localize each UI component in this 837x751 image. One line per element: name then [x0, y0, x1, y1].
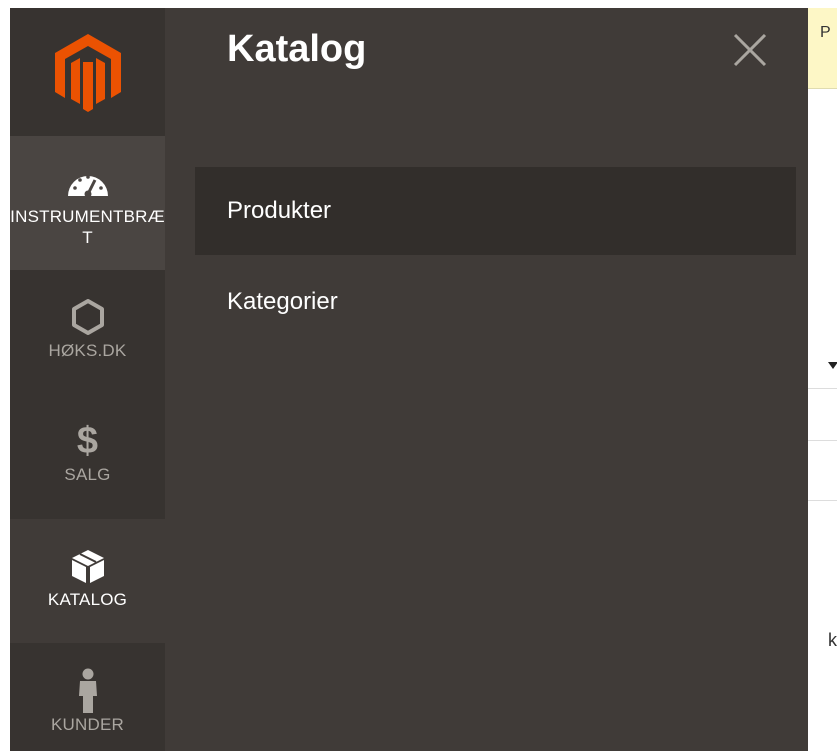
sidebar-item-label: INSTRUMENTBRÆT: [10, 207, 165, 247]
sidebar-item-hoks[interactable]: HØKS.DK: [10, 270, 165, 394]
box-icon: [69, 549, 107, 583]
panel-title: Katalog: [227, 28, 367, 70]
notice-text: P: [820, 24, 831, 41]
sidebar-item-dashboard[interactable]: INSTRUMENTBRÆT: [10, 136, 165, 270]
divider: [808, 500, 837, 501]
hexagon-icon: [71, 299, 105, 335]
submenu-item-label: Kategorier: [227, 288, 338, 315]
sidebar-item-label: HØKS.DK: [48, 341, 127, 360]
submenu-item-produkter[interactable]: Produkter: [195, 167, 796, 255]
submenu-item-kategorier[interactable]: Kategorier: [195, 256, 796, 348]
close-icon: [733, 33, 767, 67]
dropdown-caret-icon: [828, 362, 837, 369]
dashboard-icon: [65, 166, 111, 200]
submenu-panel: Katalog Produkter Kategorier: [165, 8, 808, 751]
notice-bar: P: [808, 8, 837, 89]
magento-logo-icon: [54, 34, 121, 112]
submenu-item-label: Produkter: [227, 197, 332, 224]
sidebar-item-label: KATALOG: [47, 590, 128, 609]
background-text: k: [828, 630, 837, 650]
sidebar-item-kunder[interactable]: KUNDER: [10, 644, 165, 751]
divider: [808, 388, 837, 389]
sidebar-item-katalog[interactable]: KATALOG: [10, 519, 165, 643]
background-page: P k: [808, 0, 837, 751]
person-icon: [75, 668, 101, 713]
magento-logo[interactable]: [10, 8, 165, 136]
divider: [808, 440, 837, 441]
admin-sidebar: INSTRUMENTBRÆT HØKS.DK $ SALG KATALOG KU…: [10, 8, 165, 751]
close-button[interactable]: [730, 30, 770, 70]
sidebar-item-label: KUNDER: [51, 715, 124, 734]
sidebar-item-label: SALG: [64, 465, 111, 484]
sidebar-item-salg[interactable]: $ SALG: [10, 394, 165, 518]
dollar-icon: $: [76, 420, 99, 462]
